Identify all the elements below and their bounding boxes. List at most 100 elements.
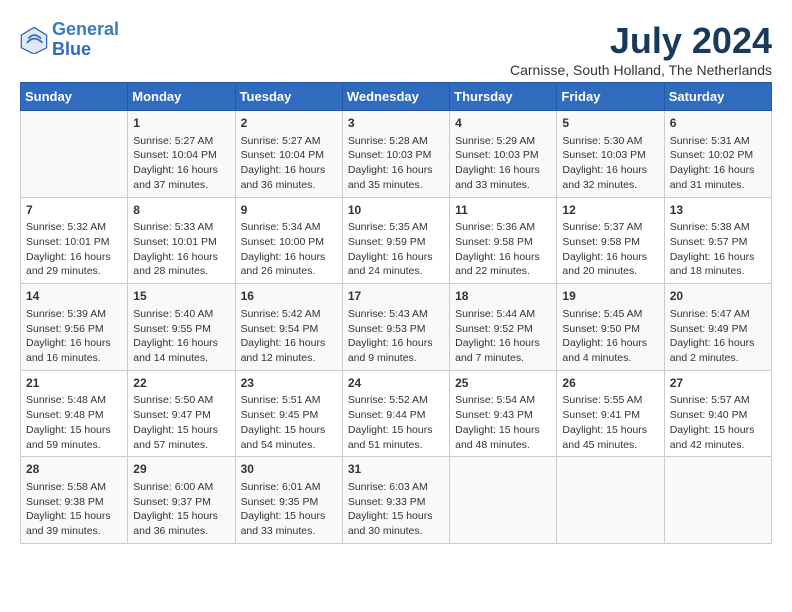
day-number: 3 — [348, 115, 444, 132]
weekday-header: Saturday — [664, 83, 771, 111]
weekday-header: Friday — [557, 83, 664, 111]
day-number: 20 — [670, 288, 766, 305]
calendar-cell: 21Sunrise: 5:48 AM Sunset: 9:48 PM Dayli… — [21, 370, 128, 457]
day-info: Sunrise: 5:30 AM Sunset: 10:03 PM Daylig… — [562, 134, 658, 193]
day-info: Sunrise: 5:32 AM Sunset: 10:01 PM Daylig… — [26, 220, 122, 279]
calendar-cell: 8Sunrise: 5:33 AM Sunset: 10:01 PM Dayli… — [128, 197, 235, 284]
calendar-cell — [450, 457, 557, 544]
day-info: Sunrise: 5:55 AM Sunset: 9:41 PM Dayligh… — [562, 393, 658, 452]
day-number: 21 — [26, 375, 122, 392]
day-number: 24 — [348, 375, 444, 392]
calendar-cell: 4Sunrise: 5:29 AM Sunset: 10:03 PM Dayli… — [450, 111, 557, 198]
calendar-week-row: 7Sunrise: 5:32 AM Sunset: 10:01 PM Dayli… — [21, 197, 772, 284]
day-number: 9 — [241, 202, 337, 219]
day-number: 22 — [133, 375, 229, 392]
day-info: Sunrise: 5:34 AM Sunset: 10:00 PM Daylig… — [241, 220, 337, 279]
day-number: 10 — [348, 202, 444, 219]
calendar-cell: 16 Sunrise: 5:42 AM Sunset: 9:54 PM Dayli… — [235, 284, 342, 371]
day-info: Sunrise: 5:29 AM Sunset: 10:03 PM Daylig… — [455, 134, 551, 193]
weekday-header: Thursday — [450, 83, 557, 111]
day-number: 11 — [455, 202, 551, 219]
calendar-cell: 5 Sunrise: 5:30 AM Sunset: 10:03 PM Dayli… — [557, 111, 664, 198]
calendar-cell: 19 Sunrise: 5:45 AM Sunset: 9:50 PM Dayli… — [557, 284, 664, 371]
day-number: 13 — [670, 202, 766, 219]
day-number: 1 — [133, 115, 229, 132]
day-number: 31 — [348, 461, 444, 478]
calendar-week-row: 28 Sunrise: 5:58 AM Sunset: 9:38 PM Dayli… — [21, 457, 772, 544]
day-number: 15 — [133, 288, 229, 305]
calendar-cell: 13Sunrise: 5:38 AM Sunset: 9:57 PM Dayli… — [664, 197, 771, 284]
day-info: Sunrise: 5:44 AM Sunset: 9:52 PM Dayligh… — [455, 307, 551, 366]
calendar-cell: 2 Sunrise: 5:27 AM Sunset: 10:04 PM Dayli… — [235, 111, 342, 198]
weekday-header-row: SundayMondayTuesdayWednesdayThursdayFrid… — [21, 83, 772, 111]
calendar-cell — [21, 111, 128, 198]
day-info: Sunrise: 6:03 AM Sunset: 9:33 PM Dayligh… — [348, 480, 444, 539]
day-number: 18 — [455, 288, 551, 305]
day-number: 26 — [562, 375, 658, 392]
calendar-cell: 22Sunrise: 5:50 AM Sunset: 9:47 PM Dayli… — [128, 370, 235, 457]
day-info: Sunrise: 5:28 AM Sunset: 10:03 PM Daylig… — [348, 134, 444, 193]
calendar-cell: 14Sunrise: 5:39 AM Sunset: 9:56 PM Dayli… — [21, 284, 128, 371]
day-number: 7 — [26, 202, 122, 219]
day-info: Sunrise: 5:58 AM Sunset: 9:38 PM Dayligh… — [26, 480, 122, 539]
weekday-header: Sunday — [21, 83, 128, 111]
calendar-cell: 20 Sunrise: 5:47 AM Sunset: 9:49 PM Dayli… — [664, 284, 771, 371]
day-number: 27 — [670, 375, 766, 392]
calendar-cell: 18 Sunrise: 5:44 AM Sunset: 9:52 PM Dayli… — [450, 284, 557, 371]
day-info: Sunrise: 5:31 AM Sunset: 10:02 PM Daylig… — [670, 134, 766, 193]
day-number: 30 — [241, 461, 337, 478]
calendar-cell: 28 Sunrise: 5:58 AM Sunset: 9:38 PM Dayli… — [21, 457, 128, 544]
page-header: GeneralBlue July 2024 Carnisse, South Ho… — [20, 20, 772, 78]
day-info: Sunrise: 5:48 AM Sunset: 9:48 PM Dayligh… — [26, 393, 122, 452]
day-number: 2 — [241, 115, 337, 132]
day-info: Sunrise: 5:47 AM Sunset: 9:49 PM Dayligh… — [670, 307, 766, 366]
day-number: 25 — [455, 375, 551, 392]
day-number: 17 — [348, 288, 444, 305]
calendar-week-row: 14Sunrise: 5:39 AM Sunset: 9:56 PM Dayli… — [21, 284, 772, 371]
day-number: 8 — [133, 202, 229, 219]
day-number: 5 — [562, 115, 658, 132]
day-info: Sunrise: 5:27 AM Sunset: 10:04 PM Daylig… — [133, 134, 229, 193]
day-info: Sunrise: 5:35 AM Sunset: 9:59 PM Dayligh… — [348, 220, 444, 279]
day-info: Sunrise: 6:00 AM Sunset: 9:37 PM Dayligh… — [133, 480, 229, 539]
day-info: Sunrise: 5:27 AM Sunset: 10:04 PM Daylig… — [241, 134, 337, 193]
calendar-cell: 17 Sunrise: 5:43 AM Sunset: 9:53 PM Dayli… — [342, 284, 449, 371]
day-number: 14 — [26, 288, 122, 305]
day-number: 28 — [26, 461, 122, 478]
day-info: Sunrise: 5:42 AM Sunset: 9:54 PM Dayligh… — [241, 307, 337, 366]
day-number: 19 — [562, 288, 658, 305]
calendar-week-row: 21Sunrise: 5:48 AM Sunset: 9:48 PM Dayli… — [21, 370, 772, 457]
day-info: Sunrise: 5:37 AM Sunset: 9:58 PM Dayligh… — [562, 220, 658, 279]
calendar-cell: 10Sunrise: 5:35 AM Sunset: 9:59 PM Dayli… — [342, 197, 449, 284]
day-info: Sunrise: 5:54 AM Sunset: 9:43 PM Dayligh… — [455, 393, 551, 452]
calendar-cell: 27Sunrise: 5:57 AM Sunset: 9:40 PM Dayli… — [664, 370, 771, 457]
weekday-header: Wednesday — [342, 83, 449, 111]
day-info: Sunrise: 5:43 AM Sunset: 9:53 PM Dayligh… — [348, 307, 444, 366]
day-number: 16 — [241, 288, 337, 305]
day-info: Sunrise: 5:50 AM Sunset: 9:47 PM Dayligh… — [133, 393, 229, 452]
calendar-cell — [664, 457, 771, 544]
day-info: Sunrise: 5:57 AM Sunset: 9:40 PM Dayligh… — [670, 393, 766, 452]
weekday-header: Monday — [128, 83, 235, 111]
calendar-cell: 29 Sunrise: 6:00 AM Sunset: 9:37 PM Dayli… — [128, 457, 235, 544]
day-info: Sunrise: 5:38 AM Sunset: 9:57 PM Dayligh… — [670, 220, 766, 279]
day-info: Sunrise: 5:45 AM Sunset: 9:50 PM Dayligh… — [562, 307, 658, 366]
day-number: 23 — [241, 375, 337, 392]
day-info: Sunrise: 5:36 AM Sunset: 9:58 PM Dayligh… — [455, 220, 551, 279]
day-info: Sunrise: 6:01 AM Sunset: 9:35 PM Dayligh… — [241, 480, 337, 539]
day-info: Sunrise: 5:52 AM Sunset: 9:44 PM Dayligh… — [348, 393, 444, 452]
calendar-cell: 31 Sunrise: 6:03 AM Sunset: 9:33 PM Dayli… — [342, 457, 449, 544]
calendar-cell: 23Sunrise: 5:51 AM Sunset: 9:45 PM Dayli… — [235, 370, 342, 457]
day-info: Sunrise: 5:40 AM Sunset: 9:55 PM Dayligh… — [133, 307, 229, 366]
calendar-week-row: 1 Sunrise: 5:27 AM Sunset: 10:04 PM Dayli… — [21, 111, 772, 198]
day-info: Sunrise: 5:51 AM Sunset: 9:45 PM Dayligh… — [241, 393, 337, 452]
calendar-cell: 1 Sunrise: 5:27 AM Sunset: 10:04 PM Dayli… — [128, 111, 235, 198]
logo-text: GeneralBlue — [52, 20, 119, 60]
calendar-cell: 3 Sunrise: 5:28 AM Sunset: 10:03 PM Dayli… — [342, 111, 449, 198]
day-number: 29 — [133, 461, 229, 478]
calendar-table: SundayMondayTuesdayWednesdayThursdayFrid… — [20, 82, 772, 544]
calendar-cell: 6Sunrise: 5:31 AM Sunset: 10:02 PM Dayli… — [664, 111, 771, 198]
day-number: 12 — [562, 202, 658, 219]
calendar-cell: 7Sunrise: 5:32 AM Sunset: 10:01 PM Dayli… — [21, 197, 128, 284]
weekday-header: Tuesday — [235, 83, 342, 111]
